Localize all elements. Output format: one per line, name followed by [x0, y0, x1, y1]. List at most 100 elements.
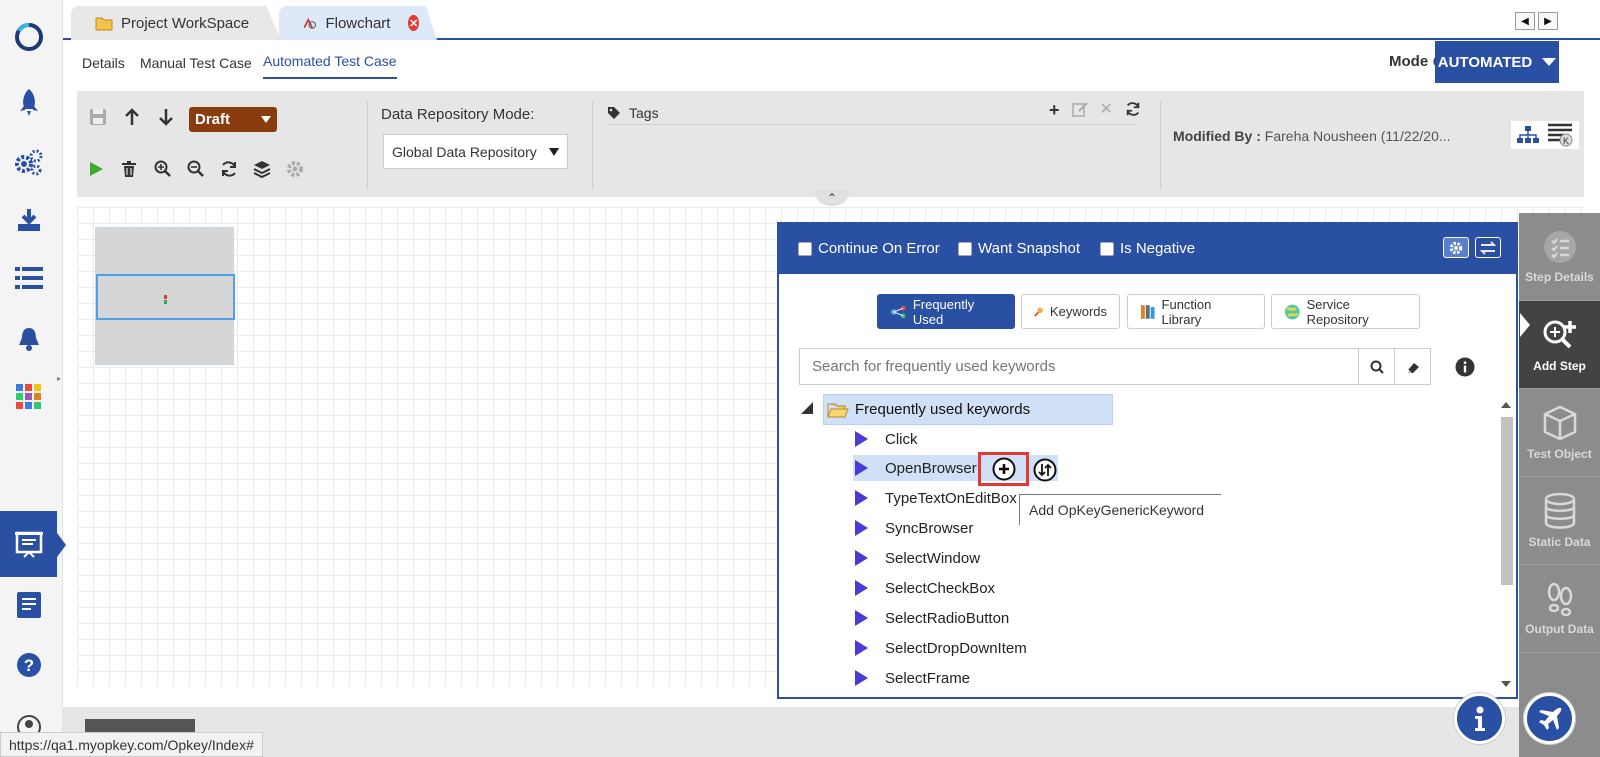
sidebar-item-step-details[interactable]: Step Details	[1519, 213, 1600, 301]
collapse-toolbar-handle[interactable]: ⌃	[814, 190, 850, 206]
step-settings-button[interactable]	[1443, 237, 1469, 258]
help-icon[interactable]: ?	[0, 643, 57, 687]
list-item[interactable]: SelectFrame	[853, 665, 970, 691]
keyword-search-input[interactable]	[799, 348, 1359, 385]
logo-icon[interactable]	[0, 15, 57, 59]
zoom-out-icon[interactable]	[185, 158, 207, 180]
tab-manual-test-case[interactable]: Manual Test Case	[140, 55, 252, 71]
scroll-tabs-left-button[interactable]: ◀	[1515, 12, 1535, 30]
rocket-icon[interactable]	[0, 80, 57, 124]
is-negative-checkbox[interactable]: Is Negative	[1100, 240, 1195, 257]
tag-icon	[608, 106, 620, 119]
save-icon[interactable]	[87, 106, 109, 128]
refresh-icon[interactable]	[218, 158, 240, 180]
delete-trash-icon[interactable]	[118, 158, 140, 180]
tab-details[interactable]: Details	[82, 55, 125, 71]
network-icon	[890, 305, 906, 318]
keyword-tree: Frequently used keywords Click OpenBrows…	[779, 394, 1493, 694]
bottom-panel-tab[interactable]	[85, 719, 195, 733]
svg-text:?: ?	[23, 656, 33, 675]
run-play-icon[interactable]	[85, 158, 107, 180]
list-item[interactable]: SelectWindow	[853, 545, 980, 571]
checkbox-box[interactable]	[1100, 241, 1114, 256]
list-item[interactable]: SelectCheckBox	[853, 575, 995, 601]
refresh-tags-icon[interactable]	[1125, 101, 1141, 117]
expand-nav-icon[interactable]: ▸	[57, 374, 61, 383]
add-tag-icon[interactable]: +	[1049, 101, 1060, 119]
scroll-thumb[interactable]	[1501, 417, 1513, 585]
scroll-up-arrow[interactable]	[1501, 402, 1511, 408]
data-repository-value: Global Data Repository	[392, 143, 537, 160]
keyword-label: SelectDropDownItem	[885, 639, 1027, 657]
tab-frequently-used[interactable]: Frequently Used	[877, 294, 1015, 329]
svg-text:K: K	[1563, 136, 1569, 146]
close-tab-icon[interactable]: ✕	[408, 15, 419, 31]
list-item[interactable]: SelectDropDownItem	[853, 635, 1027, 661]
tree-scrollbar[interactable]	[1499, 399, 1513, 694]
apps-grid-icon[interactable]	[0, 375, 57, 419]
list-icon[interactable]	[0, 256, 57, 300]
sidebar-item-test-object[interactable]: Test Object	[1519, 389, 1600, 477]
list-item[interactable]: SyncBrowser	[853, 515, 973, 541]
scroll-down-arrow[interactable]	[1501, 681, 1511, 687]
continue-on-error-checkbox[interactable]: Continue On Error	[798, 240, 940, 257]
database-icon	[1544, 492, 1575, 529]
add-keyword-button[interactable]	[978, 452, 1029, 486]
collapse-tree-icon[interactable]	[801, 402, 813, 414]
sidebar-item-add-step[interactable]: Add Step	[1519, 301, 1600, 389]
data-repository-dropdown[interactable]: Global Data Repository	[383, 134, 568, 169]
checkbox-box[interactable]	[798, 241, 812, 256]
minimap-viewport[interactable]	[96, 274, 235, 320]
canvas-minimap[interactable]	[95, 227, 235, 365]
checkbox-box[interactable]	[958, 241, 972, 256]
toolbar-divider	[1160, 101, 1161, 189]
tree-folder-frequently-used[interactable]: Frequently used keywords	[823, 394, 1113, 425]
launch-fab-button[interactable]	[1524, 693, 1575, 744]
document-tab-strip: Project WorkSpace Flowchart ✕ ◀ ▶	[63, 0, 1600, 40]
testcase-subtabs: Details Manual Test Case Automated Test …	[63, 40, 1600, 86]
step-options-header: Continue On Error Want Snapshot Is Negat…	[779, 224, 1516, 274]
info-icon[interactable]	[1455, 357, 1475, 377]
clear-search-button[interactable]	[1394, 348, 1431, 385]
swap-view-button[interactable]	[1475, 237, 1501, 258]
sidebar-item-label: Static Data	[1528, 534, 1591, 549]
list-item[interactable]: Click	[853, 426, 918, 452]
scroll-tabs-right-button[interactable]: ▶	[1538, 12, 1558, 30]
testcase-editor-icon[interactable]	[0, 511, 57, 577]
edit-tag-icon[interactable]	[1071, 101, 1088, 117]
bell-icon[interactable]	[0, 317, 57, 361]
list-item[interactable]: SelectRadioButton	[853, 605, 1009, 631]
search-button[interactable]	[1358, 348, 1395, 385]
reports-icon[interactable]	[0, 583, 57, 627]
settings-gear-icon[interactable]	[284, 158, 306, 180]
flowchart-icon	[303, 17, 316, 29]
layers-icon[interactable]	[251, 158, 273, 180]
search-add-icon	[1543, 320, 1576, 348]
tab-flowchart[interactable]: Flowchart ✕	[279, 6, 437, 40]
zoom-in-icon[interactable]	[152, 158, 174, 180]
tab-automated-test-case[interactable]: Automated Test Case	[263, 53, 397, 79]
search-icon	[1370, 360, 1384, 374]
keyword-label: SyncBrowser	[885, 519, 974, 537]
tab-function-library[interactable]: Function Library	[1127, 294, 1265, 329]
sidebar-item-static-data[interactable]: Static Data	[1519, 477, 1600, 565]
settings-gears-icon[interactable]	[0, 140, 57, 184]
tab-service-repository[interactable]: Service Repository	[1271, 294, 1420, 329]
add-step-panel: Continue On Error Want Snapshot Is Negat…	[777, 222, 1518, 699]
info-fab-button[interactable]	[1454, 693, 1505, 744]
move-down-icon[interactable]	[155, 106, 177, 128]
sidebar-item-output-data[interactable]: Output Data	[1519, 565, 1600, 653]
move-up-icon[interactable]	[121, 106, 143, 128]
reorder-icon[interactable]	[1033, 458, 1057, 482]
status-dropdown[interactable]: Draft	[189, 107, 277, 132]
download-icon[interactable]	[0, 198, 57, 242]
left-navigation: ▸ ?	[0, 0, 66, 757]
remove-tag-icon[interactable]: ✕	[1100, 101, 1113, 119]
tab-keywords[interactable]: Keywords	[1021, 294, 1120, 329]
list-item[interactable]: TypeTextOnEditBox	[853, 485, 1017, 511]
caret-down-icon	[1542, 58, 1557, 66]
mode-dropdown-button[interactable]: AUTOMATED	[1435, 41, 1559, 83]
view-toggle-button[interactable]: K	[1511, 121, 1579, 149]
want-snapshot-checkbox[interactable]: Want Snapshot	[958, 240, 1080, 257]
tab-project-workspace[interactable]: Project WorkSpace	[71, 6, 281, 40]
